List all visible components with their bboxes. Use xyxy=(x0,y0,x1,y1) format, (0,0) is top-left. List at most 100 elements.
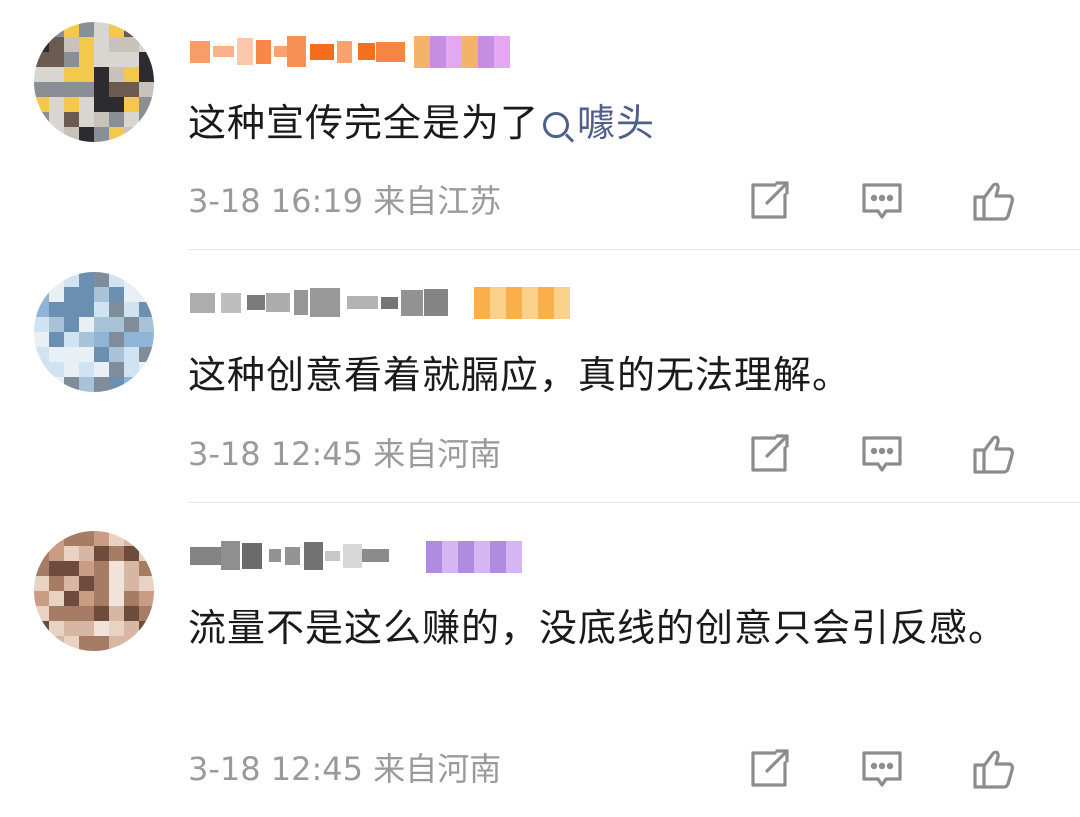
topic-link[interactable]: 噱头 xyxy=(539,101,655,145)
share-button[interactable] xyxy=(745,430,793,478)
username-pixel xyxy=(213,46,234,57)
username-pixel xyxy=(285,547,300,565)
avatar-pixel xyxy=(64,127,79,142)
avatar[interactable] xyxy=(34,22,154,142)
share-icon xyxy=(751,181,789,219)
avatar-pixel xyxy=(109,97,124,112)
avatar-pixel xyxy=(64,112,79,127)
badge-pixel xyxy=(490,287,506,319)
avatar-pixel xyxy=(94,606,109,621)
avatar-pixel xyxy=(64,287,79,302)
avatar-pixel xyxy=(109,347,124,362)
avatar[interactable] xyxy=(34,531,154,651)
avatar-pixel xyxy=(79,606,94,621)
avatar-pixel xyxy=(94,112,109,127)
username-pixel xyxy=(381,297,398,309)
avatar-pixel xyxy=(109,22,124,37)
user-badge xyxy=(474,287,570,319)
avatar-pixel xyxy=(124,546,139,561)
like-icon xyxy=(973,435,1014,474)
username[interactable] xyxy=(190,286,448,320)
share-button[interactable] xyxy=(745,745,793,793)
avatar-pixel xyxy=(49,112,64,127)
badge-pixel xyxy=(506,541,522,573)
badge-pixel xyxy=(462,36,478,68)
username-pixel xyxy=(337,41,352,63)
avatar-pixel xyxy=(79,67,94,82)
avatar-pixel xyxy=(34,332,49,347)
badge-pixel xyxy=(538,287,554,319)
username[interactable] xyxy=(190,539,395,573)
avatar-pixel xyxy=(109,272,124,287)
avatar-pixel xyxy=(49,546,64,561)
like-button[interactable] xyxy=(970,745,1018,793)
avatar-pixel xyxy=(94,67,109,82)
avatar-pixel xyxy=(79,332,94,347)
avatar-pixel xyxy=(109,621,124,636)
avatar-pixel xyxy=(64,332,79,347)
avatar-pixel xyxy=(34,52,49,67)
share-button[interactable] xyxy=(745,177,793,225)
avatar-pixel xyxy=(79,112,94,127)
avatar-pixel xyxy=(139,636,154,651)
avatar-pixel xyxy=(64,67,79,82)
badge-pixel xyxy=(474,541,490,573)
username-pixel xyxy=(310,44,334,60)
avatar-pixel xyxy=(64,317,79,332)
like-button[interactable] xyxy=(970,430,1018,478)
avatar-pixel xyxy=(139,37,154,52)
avatar-pixel xyxy=(94,97,109,112)
comment-text-body: 流量不是这么赚的，没底线的创意只会引反感。 xyxy=(188,606,1008,650)
avatar-pixel xyxy=(139,332,154,347)
avatar-pixel xyxy=(79,97,94,112)
avatar-pixel xyxy=(34,22,49,37)
username-pixel xyxy=(242,543,262,569)
avatar[interactable] xyxy=(34,272,154,392)
avatar-pixel xyxy=(34,317,49,332)
avatar-pixel xyxy=(139,546,154,561)
avatar-pixel xyxy=(64,302,79,317)
avatar-pixel xyxy=(64,362,79,377)
reply-button[interactable] xyxy=(858,745,906,793)
avatar-pixel xyxy=(49,317,64,332)
avatar-pixel xyxy=(49,97,64,112)
avatar-pixel xyxy=(34,546,49,561)
avatar-pixel xyxy=(94,127,109,142)
avatar-pixel xyxy=(124,621,139,636)
avatar-pixel xyxy=(124,317,139,332)
avatar-pixel xyxy=(49,531,64,546)
avatar-pixel xyxy=(34,347,49,362)
avatar-pixel xyxy=(139,67,154,82)
badge-pixel xyxy=(490,541,506,573)
comment-text-body: 这种宣传完全是为了 xyxy=(188,101,540,145)
reply-button[interactable] xyxy=(858,430,906,478)
comment-meta: 3-18 12:45 来自河南 xyxy=(188,434,501,474)
avatar-pixel xyxy=(139,287,154,302)
like-button[interactable] xyxy=(970,177,1018,225)
avatar-pixel xyxy=(109,127,124,142)
avatar-pixel xyxy=(79,546,94,561)
username-pixel xyxy=(256,40,271,64)
comment-time: 3-18 12:45 xyxy=(188,750,364,788)
avatar-pixel xyxy=(64,82,79,97)
username-pixel xyxy=(358,43,375,60)
avatar-pixel xyxy=(139,82,154,97)
reply-button[interactable] xyxy=(858,177,906,225)
avatar-pixel xyxy=(94,347,109,362)
comment-meta: 3-18 12:45 来自河南 xyxy=(188,749,501,789)
avatar-pixel xyxy=(124,67,139,82)
avatar-pixel xyxy=(109,362,124,377)
avatar-pixel xyxy=(79,287,94,302)
username-pixel xyxy=(266,293,290,312)
avatar-pixel xyxy=(64,636,79,651)
avatar-pixel xyxy=(79,362,94,377)
avatar-pixel xyxy=(94,576,109,591)
avatar-pixel xyxy=(49,67,64,82)
avatar-pixel xyxy=(139,22,154,37)
username[interactable] xyxy=(190,35,405,69)
avatar-pixel xyxy=(94,362,109,377)
avatar-pixel xyxy=(49,302,64,317)
avatar-pixel xyxy=(124,576,139,591)
avatar-pixel xyxy=(139,272,154,287)
badge-pixel xyxy=(554,287,570,319)
